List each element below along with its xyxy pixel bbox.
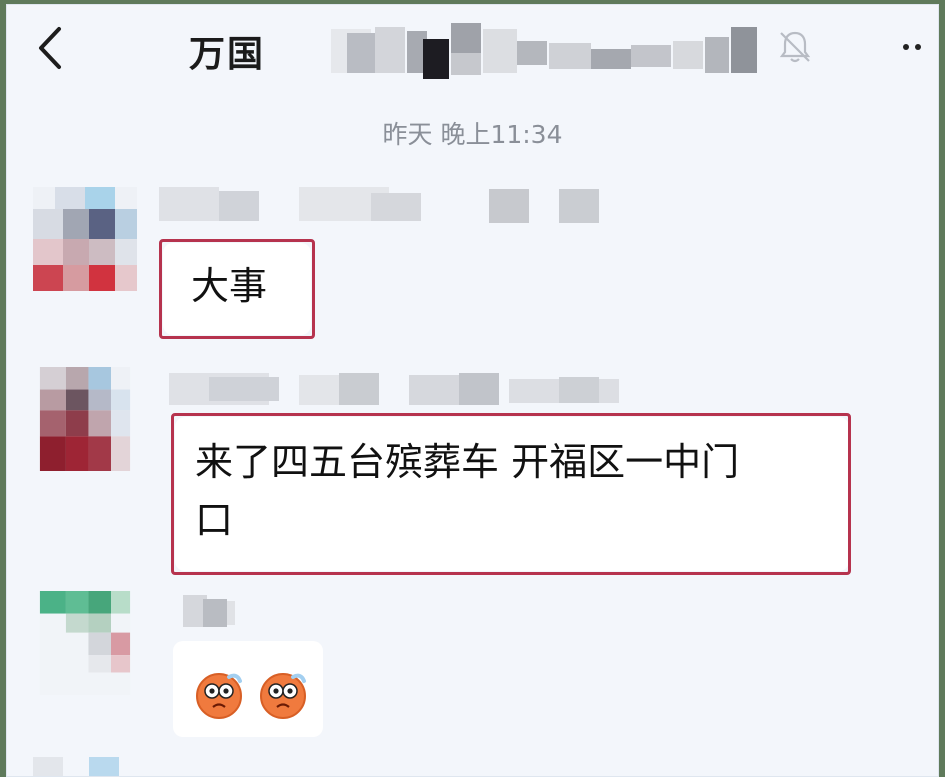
- message-text: 大事: [191, 264, 268, 308]
- chat-header: 万国: [7, 5, 938, 95]
- blurred-group-name: [331, 23, 757, 79]
- message-text: 来了四五台殡葬车 开福区一中门: [195, 440, 740, 484]
- avatar[interactable]: [33, 591, 137, 695]
- avatar[interactable]: [33, 187, 137, 291]
- worried-face-emoji: [260, 672, 307, 719]
- avatar[interactable]: [33, 757, 137, 777]
- avatar[interactable]: [33, 367, 137, 471]
- message-bubble[interactable]: 来了四五台殡葬车 开福区一中门 口: [175, 417, 849, 571]
- sender-name-blurred: [159, 187, 599, 223]
- message-bubble[interactable]: 大事: [163, 243, 311, 335]
- chevron-left-icon: [39, 27, 61, 69]
- message-timestamp: 昨天 晚上11:34: [382, 120, 563, 149]
- more-dots-icon: [915, 44, 921, 50]
- message-bubble[interactable]: [173, 641, 323, 737]
- more-dots-icon: [903, 44, 909, 50]
- worried-face-emoji: [196, 672, 242, 719]
- bell-off-icon: [779, 31, 811, 63]
- message-text: 口: [195, 498, 234, 542]
- more-options-button[interactable]: [903, 35, 938, 55]
- chat-window: 万国 昨天 晚上11:34 大事 来了四五台殡葬车 开福区一中门 口: [6, 4, 939, 777]
- sender-name-blurred: [169, 373, 619, 405]
- chat-title: 万国: [189, 34, 266, 75]
- sender-name-blurred: [183, 595, 235, 627]
- back-button[interactable]: [29, 23, 73, 73]
